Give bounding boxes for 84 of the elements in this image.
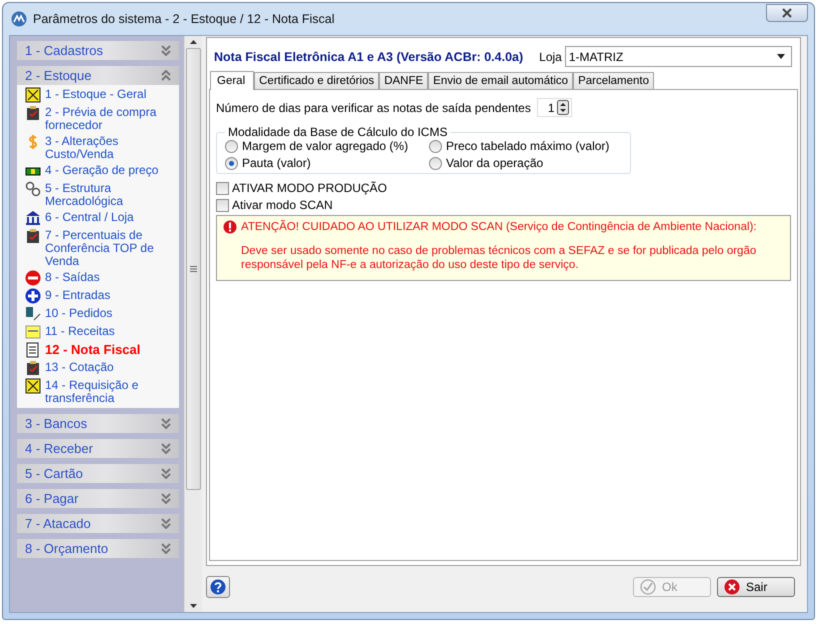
checkbox-label: Ativar modo SCAN [232,198,333,212]
device-icon [25,306,41,322]
expand-chevron-icon [161,518,171,529]
exit-button[interactable]: Sair [717,577,795,597]
expand-chevron-icon [161,418,171,429]
sidebar-group-header[interactable]: 8 - Orçamento [17,539,179,558]
document-icon [25,342,41,358]
expand-chevron-icon [161,45,171,56]
radio-button[interactable] [225,156,238,170]
tab[interactable]: Parcelamento [573,72,654,89]
pending-days-label: Número de dias para verificar as notas de saída pendentes [216,100,531,114]
scrollbar[interactable] [184,36,202,612]
sidebar-item[interactable]: 7 - Percentuais de Conferência TOP de Venda [45,229,175,268]
clipboard-icon [25,228,41,244]
cancel-icon [724,579,740,595]
sidebar-item[interactable]: 12 - Nota Fiscal [45,343,140,356]
plus-circle-icon [25,288,41,304]
group-title: Modalidade da Base de Cálculo do ICMS [227,125,448,139]
radio-label: Valor da operação [446,156,544,170]
panel-title: Nota Fiscal Eletrônica A1 e A3 (Versão ACBr: 0.4.0a) [214,50,524,64]
dropdown-caret-icon [777,54,785,59]
expand-chevron-icon [161,443,171,454]
warning-text: Deve ser usado somente no caso de problemas técnicos com a SEFAZ e se for publicada pelo orgão responsável pela NF-e a autorização do uso deste tipo de serviço. [241,244,758,272]
spinner-arrows-icon [556,100,569,115]
sidebar-item[interactable]: 10 - Pedidos [45,307,112,320]
sidebar-group-header[interactable]: 5 - Cartão [17,464,179,483]
sidebar-item[interactable]: 9 - Entradas [45,289,110,302]
collapse-chevron-icon [161,70,171,81]
radio-label: Preco tabelado máximo (valor) [446,139,610,153]
sidebar-item[interactable]: 1 - Estoque - Geral [45,88,146,101]
radio-label: Pauta (valor) [242,156,311,170]
scroll-down-icon [190,604,197,608]
sidebar-group-header[interactable]: 6 - Pagar [17,489,179,508]
scroll-up-icon [190,40,197,44]
expand-chevron-icon [161,543,171,554]
sidebar-item[interactable]: 8 - Saídas [45,271,100,284]
sidebar-group-header[interactable]: 3 - Bancos [17,414,179,433]
sidebar-group-header[interactable]: 4 - Receber [17,439,179,458]
minus-circle-icon [25,270,41,286]
sidebar-group-header[interactable]: 7 - Atacado [17,514,179,533]
checkbox[interactable] [216,182,229,194]
radio-button[interactable] [429,140,442,152]
radio-label: Margem de valor agregado (%) [242,139,408,153]
check-icon [640,579,656,595]
checkbox-label: ATIVAR MODO PRODUÇÃO [232,181,387,195]
sidebar-group-header[interactable]: 1 - Cadastros [17,41,179,60]
close-button[interactable] [766,4,808,22]
sidebar-item[interactable]: 5 - Estrutura Mercadológica [45,182,175,208]
crossed-box-icon [25,378,41,394]
radio-button[interactable] [429,156,442,170]
checkbox[interactable] [216,198,229,212]
tab[interactable]: Envio de email automático [428,72,574,89]
sidebar-item[interactable]: 4 - Geração de preço [45,164,158,177]
expand-chevron-icon [161,493,171,504]
pending-days-spinner[interactable]: 1 [536,98,572,117]
expand-chevron-icon [161,468,171,479]
gears-icon [25,181,41,197]
app-logo-icon [11,11,27,27]
scrollbar-thumb[interactable] [186,48,201,490]
window-title: Parâmetros do sistema - 2 - Estoque / 12 - Nota Fiscal [33,12,336,26]
warning-title: ATENÇÃO! CUIDADO AO UTILIZAR MODO SCAN (Serviço de Contingência de Ambiente Nacional): [241,221,757,233]
clipboard-icon [25,105,41,121]
sidebar-item[interactable]: 6 - Central / Loja [45,211,134,224]
crossed-box-icon [25,87,41,103]
bank-icon [25,210,41,226]
clipboard-icon [25,360,41,376]
grip-icon [190,266,197,272]
help-icon [210,579,226,595]
close-icon [782,8,792,18]
note-icon [25,324,41,340]
sidebar-item[interactable]: 3 - Alterações Custo/Venda [45,135,175,161]
help-button[interactable] [206,576,230,598]
sidebar-item[interactable]: 13 - Cotação [45,361,114,374]
radio-button[interactable] [225,140,238,152]
tab[interactable]: Certificado e diretórios [254,72,380,89]
tab[interactable]: DANFE [379,72,428,89]
warning-icon [223,220,237,234]
sidebar-item[interactable]: 11 - Receitas [45,325,115,338]
tab[interactable]: Geral [210,71,254,90]
sidebar-item[interactable]: 2 - Prévia de compra fornecedor [45,106,175,132]
sidebar-item[interactable]: 14 - Requisição e transferência [45,379,175,405]
sidebar-group-header[interactable]: 2 - Estoque [17,66,179,85]
store-dropdown[interactable]: 1-MATRIZ [564,46,792,67]
store-label: Loja [539,50,562,64]
